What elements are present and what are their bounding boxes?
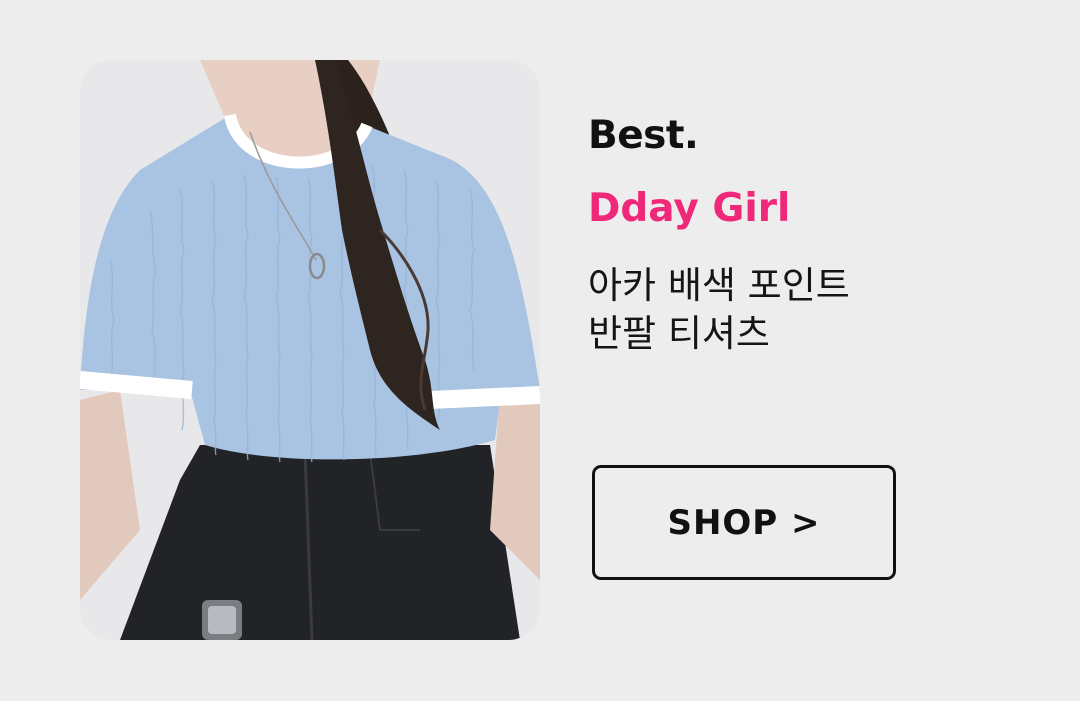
product-banner: Best. Dday Girl 아카 배색 포인트 반팔 티셔츠 SHOP > (0, 0, 1080, 701)
best-label: Best. (588, 113, 699, 158)
shop-button-label: SHOP > (667, 502, 821, 543)
product-title-line-1: 아카 배색 포인트 (588, 264, 850, 307)
brand-name[interactable]: Dday Girl (588, 186, 790, 231)
product-photo[interactable] (80, 60, 540, 640)
product-title[interactable]: 아카 배색 포인트 반팔 티셔츠 (588, 262, 850, 358)
shop-button[interactable]: SHOP > (592, 465, 896, 580)
product-title-line-2: 반팔 티셔츠 (588, 312, 770, 355)
product-photo-illustration (80, 60, 540, 640)
